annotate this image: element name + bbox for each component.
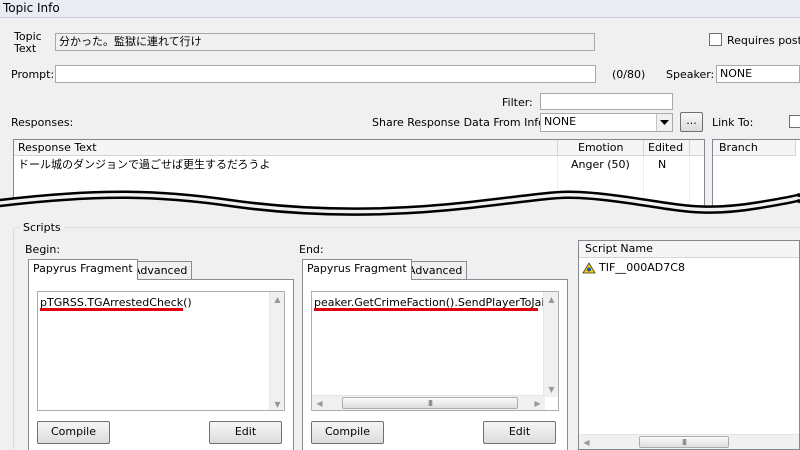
begin-edit-button[interactable]: Edit bbox=[209, 421, 282, 444]
share-response-browse-button[interactable]: ... bbox=[680, 112, 703, 132]
prompt-label: Prompt: bbox=[11, 68, 55, 81]
response-text-cell: ドール城のダンジョンで過ごせば更生するだろうよ bbox=[18, 158, 271, 171]
scroll-left-icon[interactable]: ◀ bbox=[312, 396, 327, 410]
end-compile-button[interactable]: Compile bbox=[311, 421, 384, 444]
scrollbar-thumb[interactable]: III bbox=[639, 436, 729, 448]
branch-grid[interactable]: Branch bbox=[712, 139, 800, 219]
end-script-editor[interactable]: peaker.GetCrimeFaction().SendPlayerToJai… bbox=[311, 291, 559, 411]
share-response-value: NONE bbox=[544, 115, 577, 128]
scroll-up-icon[interactable]: ▲ bbox=[270, 292, 284, 307]
end-horizontal-scrollbar[interactable]: ◀ III ▶ bbox=[312, 395, 545, 410]
topic-text-field[interactable]: 分かった。監獄に連れて行け bbox=[55, 33, 595, 51]
column-header-edited[interactable]: Edited bbox=[644, 140, 690, 156]
begin-compile-button[interactable]: Compile bbox=[37, 421, 110, 444]
filter-label: Filter: bbox=[502, 96, 533, 109]
end-tab-panel: peaker.GetCrimeFaction().SendPlayerToJai… bbox=[302, 279, 568, 450]
grid-divider bbox=[689, 156, 690, 218]
responses-label: Responses: bbox=[11, 116, 74, 129]
share-response-select[interactable]: NONE bbox=[540, 113, 673, 132]
speaker-label: Speaker: bbox=[666, 68, 715, 81]
grid-divider bbox=[557, 156, 558, 218]
end-code-highlight bbox=[314, 308, 538, 311]
share-response-label: Share Response Data From Info: bbox=[372, 116, 549, 129]
column-header-branch[interactable]: Branch bbox=[713, 140, 796, 156]
column-header-emotion[interactable]: Emotion bbox=[558, 140, 644, 156]
column-header-script-name[interactable]: Script Name bbox=[579, 241, 799, 258]
script-name-list[interactable]: Script Name TIF__000AD7C8 ◀ III bbox=[578, 240, 800, 450]
list-item[interactable]: TIF__000AD7C8 bbox=[579, 260, 799, 276]
scrollbar-thumb[interactable]: III bbox=[342, 397, 518, 409]
tab-begin-advanced[interactable]: Advanced bbox=[128, 261, 193, 280]
tab-begin-papyrus-fragment[interactable]: Papyrus Fragment bbox=[28, 259, 138, 280]
script-list-horizontal-scrollbar[interactable]: ◀ III bbox=[579, 434, 799, 449]
responses-grid[interactable]: Response Text Emotion Edited ドール城のダンジョンで… bbox=[13, 139, 705, 219]
begin-script-editor[interactable]: pTGRSS.TGArrestedCheck() ▲ ▼ bbox=[37, 291, 285, 411]
begin-label: Begin: bbox=[25, 243, 61, 256]
column-header-filler bbox=[690, 140, 704, 156]
link-to-label: Link To: bbox=[712, 116, 754, 129]
begin-vertical-scrollbar[interactable]: ▲ ▼ bbox=[269, 292, 284, 410]
begin-tab-panel: pTGRSS.TGArrestedCheck() ▲ ▼ Compile Edi… bbox=[28, 279, 294, 450]
script-icon bbox=[582, 261, 596, 275]
requires-checkbox[interactable] bbox=[709, 33, 722, 46]
begin-code-highlight bbox=[40, 308, 183, 311]
scripts-group-label: Scripts bbox=[20, 221, 64, 234]
window-title: Topic Info bbox=[3, 1, 60, 15]
scroll-down-icon[interactable]: ▼ bbox=[270, 397, 284, 410]
requires-label: Requires post-p bbox=[727, 34, 800, 47]
emotion-cell: Anger (50) bbox=[571, 158, 630, 171]
tab-end-papyrus-fragment[interactable]: Papyrus Fragment bbox=[302, 259, 412, 280]
edited-cell: N bbox=[658, 158, 667, 171]
topic-text-label-line2: Text bbox=[14, 42, 37, 55]
scroll-up-icon[interactable]: ▲ bbox=[544, 292, 558, 307]
tab-end-advanced[interactable]: Advanced bbox=[403, 261, 468, 280]
end-label: End: bbox=[299, 243, 324, 256]
filter-input[interactable] bbox=[540, 93, 673, 110]
end-vertical-scrollbar[interactable]: ▲ ▼ bbox=[543, 292, 558, 397]
prompt-counter: (0/80) bbox=[612, 68, 646, 81]
speaker-select[interactable]: NONE bbox=[716, 65, 800, 83]
scroll-down-icon[interactable]: ▼ bbox=[544, 382, 558, 397]
prompt-input[interactable] bbox=[55, 65, 596, 83]
scroll-right-icon[interactable]: ▶ bbox=[530, 396, 545, 410]
link-to-checkbox[interactable] bbox=[789, 115, 800, 128]
chevron-down-icon[interactable] bbox=[656, 114, 672, 131]
end-edit-button[interactable]: Edit bbox=[483, 421, 556, 444]
column-header-response-text[interactable]: Response Text bbox=[14, 140, 558, 156]
window-title-bar: Topic Info bbox=[0, 0, 800, 18]
scroll-left-icon[interactable]: ◀ bbox=[579, 435, 594, 449]
script-name: TIF__000AD7C8 bbox=[599, 261, 685, 274]
grid-divider bbox=[643, 156, 644, 218]
